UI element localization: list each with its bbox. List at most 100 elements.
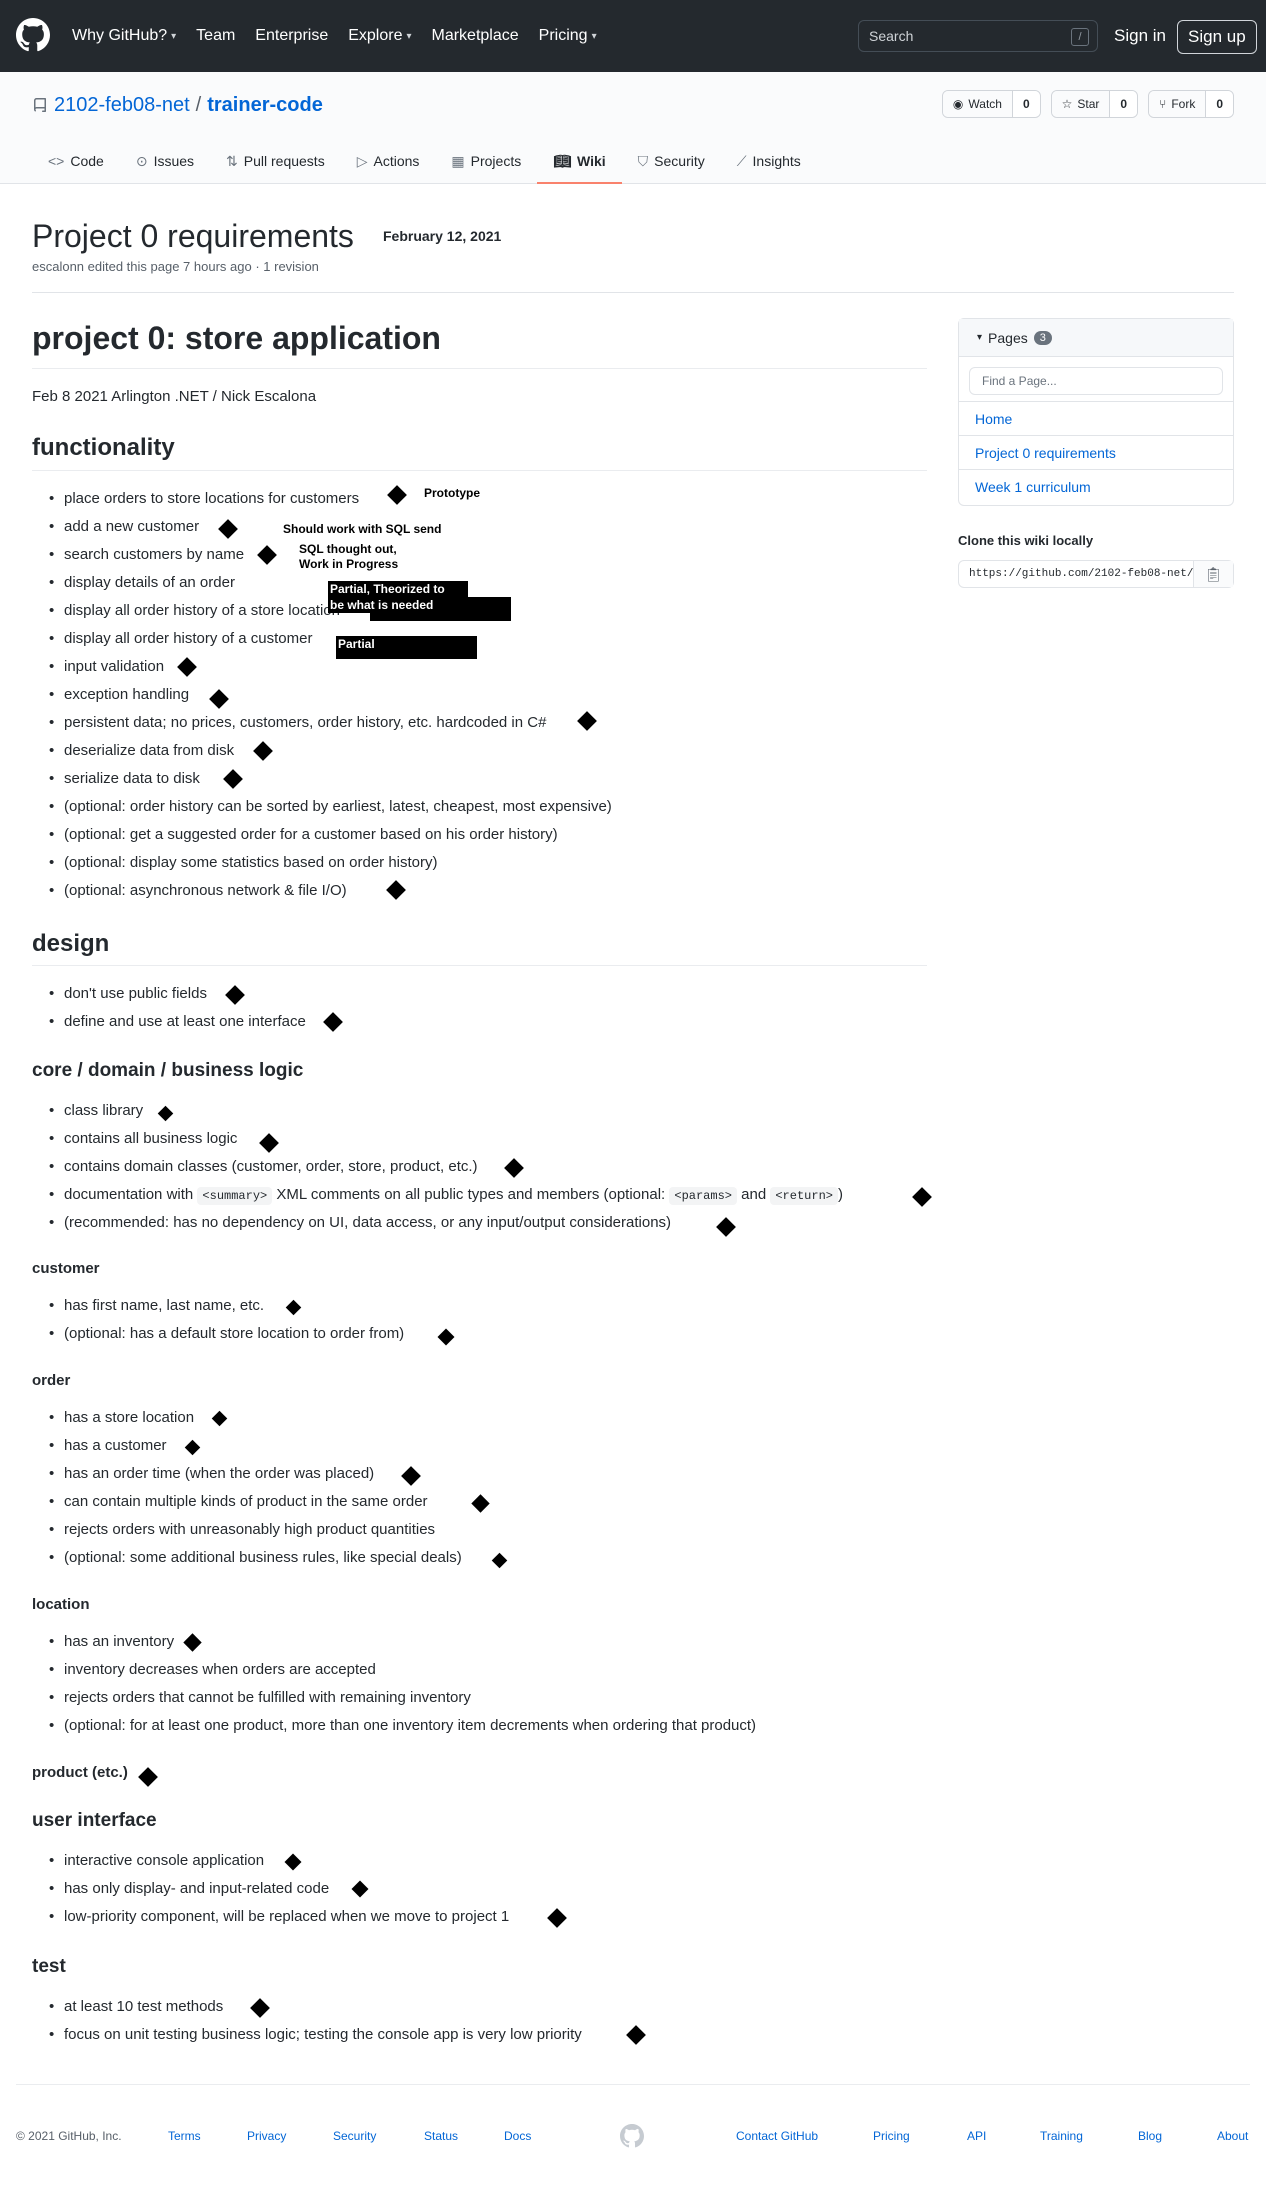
repo-title: 2102-feb08-net / trainer-code	[32, 94, 323, 117]
footer-link-contact[interactable]: Contact GitHub	[736, 2129, 818, 2143]
nav-pricing[interactable]: Pricing ▾	[539, 27, 597, 45]
footer-copyright: © 2021 GitHub, Inc.	[16, 2129, 122, 2143]
list-item: (optional: get a suggested order for a c…	[49, 826, 558, 843]
list-item: has a store location	[49, 1409, 194, 1426]
diamond-mark	[912, 1187, 932, 1207]
nav-team[interactable]: Team	[196, 27, 235, 45]
search-box[interactable]: /	[858, 20, 1098, 52]
fork-icon: ⑂	[1159, 97, 1167, 111]
github-mark-icon[interactable]	[620, 2124, 644, 2148]
diamond-mark	[285, 1299, 302, 1316]
tab-insights[interactable]: ⟋ Insights	[721, 140, 817, 184]
diamond-mark	[437, 1328, 455, 1346]
heading-core: core / domain / business logic	[32, 1060, 304, 1081]
page-meta: escalonn edited this page 7 hours ago · …	[32, 259, 319, 274]
book-icon: 📖︎	[553, 152, 571, 169]
heading-location: location	[32, 1596, 90, 1613]
footer-link-blog[interactable]: Blog	[1138, 2129, 1162, 2143]
nav-enterprise[interactable]: Enterprise	[255, 27, 328, 45]
list-item: rejects orders that cannot be fulfilled …	[49, 1689, 471, 1706]
nav-why-github[interactable]: Why GitHub? ▾	[72, 27, 176, 45]
footer-link-pricing[interactable]: Pricing	[873, 2129, 910, 2143]
diamond-mark	[157, 1105, 174, 1122]
wiki-pages-box: ▾ Pages 3 Home Project 0 requirements We…	[958, 318, 1234, 506]
tab-code[interactable]: <> Code	[32, 140, 120, 184]
footer-link-training[interactable]: Training	[1040, 2129, 1083, 2143]
tab-security[interactable]: ⛉ Security	[622, 140, 721, 184]
footer-divider	[16, 2084, 1250, 2085]
divider	[32, 470, 927, 471]
tab-issues[interactable]: ⊙ Issues	[120, 140, 210, 184]
list-item: input validation	[49, 658, 164, 675]
nav-marketplace[interactable]: Marketplace	[432, 27, 519, 45]
footer-link-status[interactable]: Status	[424, 2129, 458, 2143]
watch-count[interactable]: 0	[1012, 91, 1040, 117]
fork-count[interactable]: 0	[1206, 91, 1233, 117]
annotation-sql-send: Should work with SQL send	[283, 522, 442, 536]
diamond-mark	[504, 1158, 524, 1178]
diamond-mark	[401, 1466, 421, 1486]
sign-up-button[interactable]: Sign up	[1177, 20, 1257, 54]
tab-pull-requests[interactable]: ⇅ Pull requests	[210, 140, 341, 184]
tab-wiki[interactable]: 📖︎ Wiki	[537, 140, 622, 184]
repo-separator: /	[195, 94, 202, 116]
sidebar-link-week-1[interactable]: Week 1 curriculum	[959, 469, 1233, 503]
watch-button[interactable]: ◉ Watch 0	[941, 90, 1041, 118]
chevron-down-icon: ▾	[171, 30, 177, 42]
heading-customer: customer	[32, 1260, 100, 1277]
list-item: don't use public fields	[49, 985, 207, 1002]
diamond-mark	[491, 1552, 508, 1569]
fork-button[interactable]: ⑂ Fork 0	[1148, 90, 1234, 118]
search-input[interactable]	[869, 28, 1059, 44]
tab-actions[interactable]: ▷ Actions	[341, 140, 436, 184]
clipboard-copy-button[interactable]: 📋︎	[1193, 561, 1233, 587]
list-item: contains all business logic	[49, 1130, 237, 1147]
shield-icon: ⛉	[637, 152, 649, 169]
nav-explore[interactable]: Explore ▾	[348, 27, 411, 45]
repo-tabs: <> Code ⊙ Issues ⇅ Pull requests ▷ Actions ▦…	[32, 140, 817, 184]
list-item: add a new customer	[49, 518, 199, 535]
chevron-down-icon: ▾	[591, 30, 597, 42]
footer-link-about[interactable]: About	[1217, 2129, 1248, 2143]
list-item: has an inventory	[49, 1633, 174, 1650]
sidebar-link-home[interactable]: Home	[959, 401, 1233, 435]
clone-url-input[interactable]: https://github.com/2102-feb08-net/traine…	[959, 561, 1193, 587]
star-button[interactable]: ☆ Star 0	[1050, 90, 1139, 118]
divider	[32, 292, 1234, 293]
repo-header: 2102-feb08-net / trainer-code ◉ Watch 0 ☆…	[0, 72, 1266, 184]
star-icon: ☆	[1061, 97, 1073, 111]
pages-toggle[interactable]: ▾ Pages 3	[959, 319, 1233, 357]
find-page-input[interactable]	[969, 367, 1223, 395]
list-item: display all order history of a store loc…	[49, 602, 340, 619]
diamond-mark	[184, 1439, 201, 1456]
list-item: has only display- and input-related code	[49, 1880, 329, 1897]
divider	[32, 965, 927, 966]
code-params: <params>	[669, 1187, 737, 1205]
list-item: persistent data; no prices, customers, o…	[49, 714, 546, 731]
footer-link-api[interactable]: API	[967, 2129, 986, 2143]
code-return: <return>	[770, 1187, 838, 1205]
sign-in-link[interactable]: Sign in	[1114, 26, 1166, 46]
footer-link-docs[interactable]: Docs	[504, 2129, 531, 2143]
footer-link-security[interactable]: Security	[333, 2129, 376, 2143]
doc-title: project 0: store application	[32, 320, 441, 356]
list-item: (optional: asynchronous network & file I…	[49, 882, 347, 899]
sidebar-link-project-0[interactable]: Project 0 requirements	[959, 435, 1233, 469]
tab-projects[interactable]: ▦ Projects	[435, 140, 537, 184]
annotation-partial: Partial	[336, 636, 477, 659]
repo-owner-link[interactable]: 2102-feb08-net	[54, 94, 190, 117]
footer-link-terms[interactable]: Terms	[168, 2129, 201, 2143]
star-count[interactable]: 0	[1110, 91, 1138, 117]
repo-name-link[interactable]: trainer-code	[207, 94, 323, 117]
github-logo-icon[interactable]	[16, 18, 50, 52]
list-item: contains domain classes (customer, order…	[49, 1158, 478, 1175]
list-item: serialize data to disk	[49, 770, 200, 787]
diamond-mark	[177, 657, 197, 677]
annotation-work-in-progress: Work in Progress	[299, 557, 399, 571]
footer-link-privacy[interactable]: Privacy	[247, 2129, 286, 2143]
doc-byline: Feb 8 2021 Arlington .NET / Nick Escalon…	[32, 388, 317, 405]
list-item: place orders to store locations for cust…	[49, 490, 359, 507]
diamond-mark	[351, 1880, 369, 1898]
fork-label: Fork	[1171, 97, 1196, 111]
play-icon: ▷	[356, 152, 368, 169]
